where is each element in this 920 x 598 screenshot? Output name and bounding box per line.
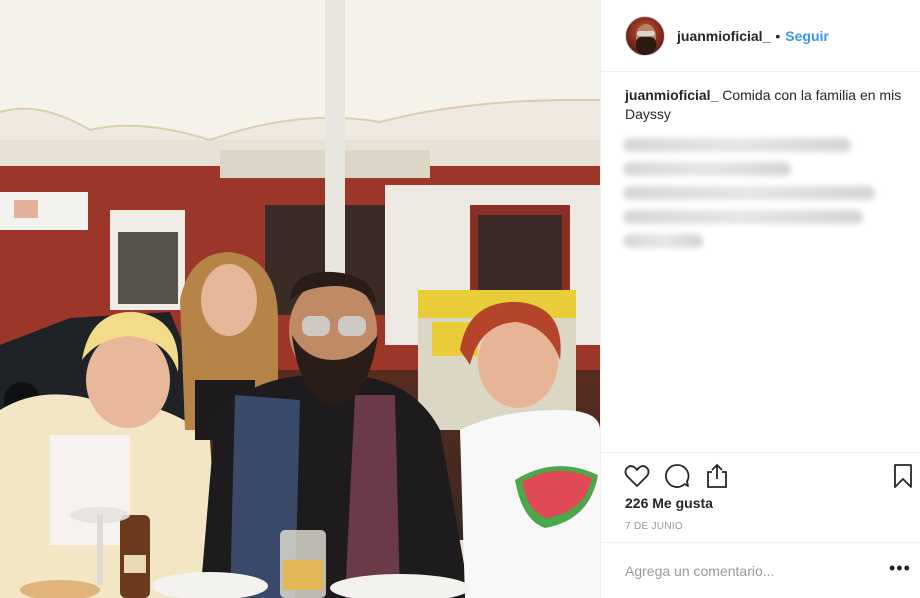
follow-button[interactable]: Seguir [785,28,829,44]
avatar[interactable] [625,15,665,56]
blurred-comment-line [623,138,851,152]
like-count[interactable]: 226 Me gusta [625,495,713,511]
separator-dot: • [775,27,781,44]
actions-divider [601,452,920,453]
post-sidebar: juanmioficial_ • Seguir juanmioficial_ C… [600,0,920,598]
post-date: 7 DE JUNIO [625,521,684,532]
post-photo[interactable] [0,0,600,598]
more-options-icon[interactable]: ••• [889,559,910,579]
bookmark-icon[interactable] [889,462,917,490]
comment-bubble-icon[interactable] [663,462,691,490]
avatar-glasses [637,30,655,36]
username-link[interactable]: juanmioficial_ [677,28,770,44]
blurred-comment-line [623,186,875,200]
blurred-comments [623,128,875,248]
share-icon[interactable] [703,462,731,490]
family-lunch-photo [0,0,600,598]
avatar-beard [636,36,656,55]
blurred-comment-line [623,234,703,248]
heart-icon[interactable] [623,462,651,490]
comment-input[interactable] [625,562,865,579]
blurred-comment-line [623,162,791,176]
comment-bar: ••• [601,542,920,598]
caption-username-link[interactable]: juanmioficial_ [625,87,718,103]
action-bar [623,460,913,492]
blurred-comment-line [623,210,863,224]
post-caption: juanmioficial_ Comida con la familia en … [625,86,911,124]
post-header: juanmioficial_ • Seguir [601,0,920,72]
